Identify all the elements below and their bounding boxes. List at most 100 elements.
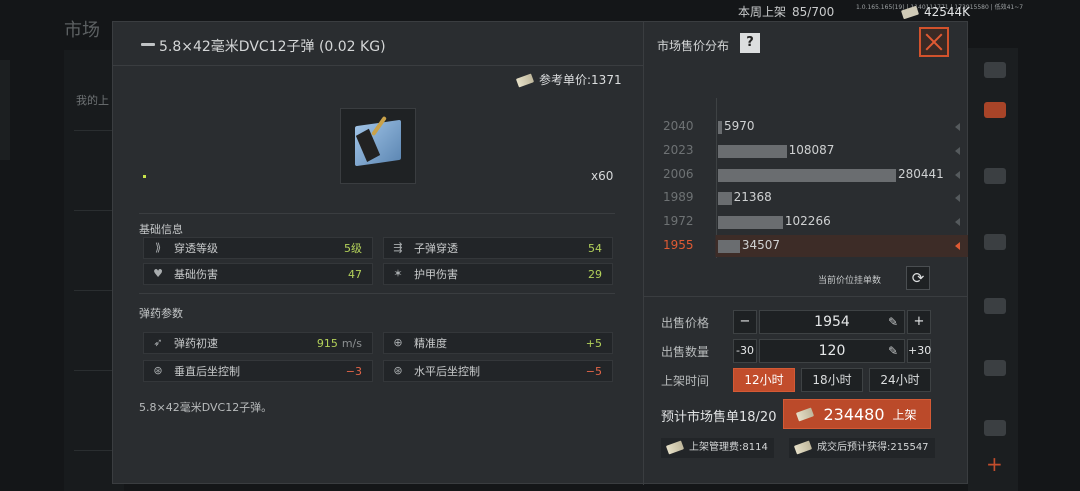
reference-price: 参考单价:1371 (515, 71, 622, 88)
distribution-bar (718, 216, 783, 230)
distribution-bar (718, 240, 740, 253)
fee-label: 上架管理费: (689, 442, 743, 453)
quantity-input[interactable]: 120 ✎ (759, 339, 905, 363)
quantity-minus-button[interactable]: -30 (733, 339, 757, 363)
list-divider (74, 130, 114, 131)
ref-price-label: 参考单价: (539, 73, 592, 87)
time-option-24h[interactable]: 24小时 (869, 368, 931, 392)
bullet-icon (141, 43, 155, 46)
row-marker-icon (955, 146, 960, 155)
row-marker-icon (955, 218, 960, 227)
list-button-label: 上架 (892, 407, 917, 422)
category-rifle-icon[interactable] (984, 234, 1006, 250)
price-row[interactable]: 1972 102266 (644, 211, 968, 233)
row-marker-icon (955, 123, 960, 131)
price-distribution-chart: 2040 5970 2023 108087 2006 280441 1989 21368 197… (644, 98, 968, 258)
basic-info-title: 基础信息 (139, 223, 183, 236)
item-description: 5.8×42毫米DVC12子弹。 (139, 401, 273, 414)
category-misc-icon[interactable] (984, 420, 1006, 436)
refresh-button[interactable]: ⟳ (906, 266, 930, 290)
price-plus-button[interactable]: + (907, 310, 931, 334)
price-tick-label: 2006 (663, 166, 694, 181)
time-option-12h[interactable]: 12小时 (733, 368, 795, 392)
price-row[interactable]: 1989 21368 (644, 187, 968, 209)
distribution-bar (718, 121, 722, 134)
current-price-orders-label: 当前价位挂单数 (818, 276, 882, 286)
category-ammo-icon[interactable] (984, 102, 1006, 118)
bar-value-label: 280441 (898, 166, 944, 181)
velocity-icon: ➶ (153, 336, 163, 349)
stat-label: 穿透等级 (174, 242, 218, 255)
stat-value: 5级 (344, 242, 362, 255)
stat-unit: m/s (341, 336, 362, 350)
cash-icon (793, 440, 813, 454)
price-input[interactable]: 1954 ✎ (759, 310, 905, 334)
stat-label: 垂直后坐控制 (174, 365, 240, 378)
price-tick-label: 1989 (663, 190, 694, 205)
time-option-18h[interactable]: 18小时 (801, 368, 863, 392)
price-tick-label: 1972 (663, 214, 694, 229)
weekly-value: 85/700 (792, 5, 835, 19)
price-row[interactable]: 1955 34507 (644, 235, 968, 257)
price-row[interactable]: 2040 5970 (644, 116, 968, 138)
ref-price-value: 1371 (591, 73, 622, 87)
money-value: 42544K (924, 5, 971, 19)
horizontal-recoil-icon: ⊛ (393, 364, 403, 377)
close-button[interactable] (919, 27, 949, 57)
price-tick-label: 2040 (663, 119, 694, 133)
stat-value: +5 (585, 336, 602, 350)
category-gear-icon[interactable] (984, 168, 1006, 184)
distribution-bar (718, 192, 732, 206)
price-label: 出售价格 (661, 316, 710, 330)
list-divider (74, 290, 114, 291)
stat-value: 915 m/s (317, 337, 362, 350)
cash-icon (515, 73, 535, 88)
item-quantity: x60 (591, 169, 614, 183)
distribution-title: 市场售价分布 (657, 39, 730, 53)
price-tick-label: 1955 (663, 238, 694, 252)
stat-value: −3 (345, 364, 362, 378)
estimate-label: 预计市场售单18/20 (661, 410, 777, 425)
add-category-icon[interactable]: + (986, 452, 1003, 476)
stat-base-damage: ♥ 基础伤害 47 (143, 263, 373, 285)
stat-accuracy: ⊕ 精准度 +5 (383, 332, 613, 354)
category-bag-icon[interactable] (984, 62, 1006, 78)
quantity-label: 出售数量 (661, 345, 710, 359)
price-value: 1954 (814, 314, 850, 330)
quantity-plus-button[interactable]: +30 (907, 339, 931, 363)
list-divider (74, 450, 114, 451)
price-row[interactable]: 2023 108087 (644, 140, 968, 162)
price-tick-label: 2023 (663, 142, 694, 157)
stat-value: −5 (585, 364, 602, 378)
list-item-button[interactable]: 234480 上架 (783, 399, 931, 429)
income-label: 成交后预计获得: (817, 442, 891, 453)
category-rail: + (968, 48, 1018, 491)
sell-dialog: 5.8×42毫米DVC12子弹 (0.02 KG) 参考单价:1371 x60 … (112, 21, 968, 485)
pencil-icon: ✎ (887, 315, 898, 329)
row-marker-icon (955, 242, 960, 250)
stat-label: 基础伤害 (174, 268, 218, 281)
penetration-icon: ⟫ (154, 241, 162, 254)
stat-value: 47 (348, 267, 362, 281)
listing-time-label: 上架时间 (661, 374, 710, 388)
stat-value: 54 (588, 241, 602, 255)
category-magazine-icon[interactable] (984, 298, 1006, 314)
screen-title: 市场 (64, 20, 100, 41)
stat-label: 弹药初速 (174, 337, 218, 350)
money-display: 42544K (901, 5, 971, 20)
distribution-bar (718, 144, 787, 158)
price-row[interactable]: 2006 280441 (644, 164, 968, 186)
income-value: 215547 (890, 442, 929, 453)
quantity-value: 120 (818, 343, 846, 359)
bar-value-label: 34507 (741, 238, 781, 252)
stat-horizontal-recoil: ⊛ 水平后坐控制 −5 (383, 360, 613, 382)
section-divider (644, 296, 968, 297)
my-listing-label: 我的上 (76, 94, 109, 107)
category-bottle-icon[interactable] (984, 360, 1006, 376)
list-divider (74, 370, 114, 371)
price-minus-button[interactable]: − (733, 310, 757, 334)
stat-penetration-level: ⟫ 穿透等级 5级 (143, 237, 373, 259)
help-button[interactable]: ? (740, 33, 760, 53)
broken-heart-icon: ♥ (153, 267, 163, 280)
cash-icon (901, 5, 919, 20)
